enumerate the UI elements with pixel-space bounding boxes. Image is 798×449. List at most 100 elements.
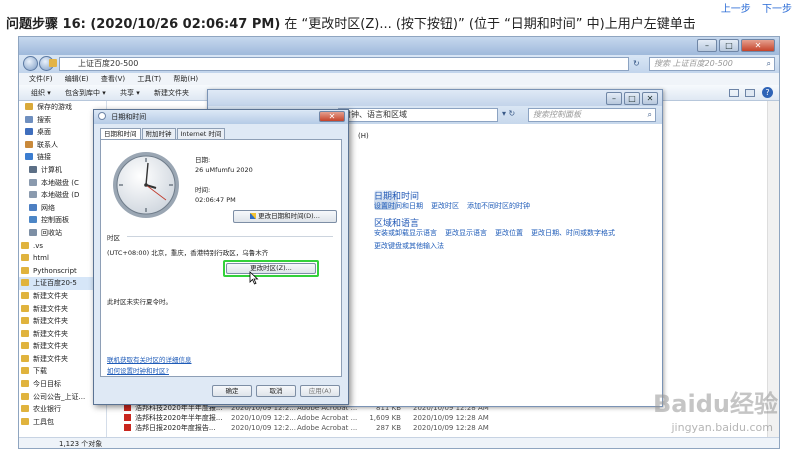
file-date: 2020/10/09 12:2...: [231, 424, 296, 432]
next-step-link[interactable]: 下一步: [762, 4, 792, 15]
date-time-tab-panel: 日期: 26 uMfumfu 2020 时间: 02:06:47 PM 更改日期…: [100, 139, 342, 377]
change-timezone-link[interactable]: 更改时区: [431, 201, 459, 211]
install-display-language-link[interactable]: 安装或卸载显示语言: [374, 228, 437, 238]
tab-internet-time[interactable]: Internet 时间: [176, 128, 226, 139]
search-input[interactable]: 搜索 上证百度20-500 ⌕: [649, 57, 775, 71]
nav-item-label: 链接: [37, 153, 51, 162]
nav-item-label: 新建文件夹: [33, 342, 68, 351]
maximize-button[interactable]: □: [719, 39, 739, 52]
nav-item-label: 桌面: [37, 128, 51, 137]
step-caption: 问题步骤 16: (2020/10/26 02:06:47 PM) 在 “更改时…: [6, 13, 696, 32]
view-options-icon[interactable]: [729, 89, 739, 97]
timezone-divider: [127, 236, 333, 237]
include-in-library-button[interactable]: 包含到库中 ▾: [65, 89, 106, 97]
minimize-button[interactable]: –: [697, 39, 717, 52]
add-clocks-link[interactable]: 添加不同时区的时钟: [467, 201, 530, 211]
menu-bar: 文件(F) 编辑(E) 查看(V) 工具(T) 帮助(H): [19, 73, 779, 85]
menu-view[interactable]: 查看(V): [101, 75, 125, 83]
timezone-info-link[interactable]: 联机获取有关时区的详细信息: [107, 354, 192, 364]
close-button[interactable]: ✕: [741, 39, 775, 52]
folder-icon: [29, 178, 37, 186]
organize-button[interactable]: 组织 ▾: [31, 89, 51, 97]
nav-item[interactable]: 工具包: [19, 416, 106, 429]
folder-icon: [21, 417, 29, 425]
nav-item-label: 回收站: [41, 228, 62, 237]
file-size: 1,609 KB: [369, 414, 401, 422]
refresh-icon[interactable]: ↻: [633, 59, 640, 68]
change-display-language-link[interactable]: 更改显示语言: [445, 228, 487, 238]
nav-item-label: 下载: [33, 367, 47, 376]
folder-icon: [21, 342, 29, 350]
file-row-details: 1,609 KB 2020/10/09 12:28 AM: [359, 413, 539, 423]
timezone-value: (UTC+08:00) 北京，重庆，香港特别行政区，乌鲁木齐: [107, 249, 269, 257]
share-button[interactable]: 共享 ▾: [120, 89, 140, 97]
nav-item-label: 今日目标: [33, 380, 61, 389]
folder-icon: [21, 392, 29, 400]
nav-item-label: 新建文件夹: [33, 291, 68, 300]
explorer-titlebar: – □ ✕: [19, 37, 779, 55]
file-size: 287 KB: [376, 424, 401, 432]
date-label: 日期:: [195, 156, 211, 164]
dialog-close-button[interactable]: ✕: [319, 111, 345, 122]
menu-file[interactable]: 文件(F): [29, 75, 53, 83]
prev-step-link[interactable]: 上一步: [721, 4, 751, 15]
cp-address-bar[interactable]: 时钟、语言和区域: [338, 108, 498, 122]
cp-maximize-button[interactable]: □: [624, 92, 640, 105]
preview-pane-icon[interactable]: [745, 89, 755, 97]
watermark-brand: Baidu经验: [653, 390, 778, 418]
address-bar[interactable]: 上证百度20-500: [59, 57, 629, 71]
pdf-file-icon: [124, 424, 131, 431]
nav-item-label: 保存的游戏: [37, 103, 72, 111]
tab-date-time[interactable]: 日期和时间: [100, 128, 141, 139]
clock-app-icon: [98, 112, 106, 120]
search-icon[interactable]: ⌕: [767, 58, 771, 70]
tab-additional-clocks[interactable]: 附加时钟: [141, 128, 176, 139]
folder-icon: [25, 128, 33, 136]
dialog-title: 日期和时间: [111, 113, 147, 121]
analog-clock-icon: [113, 152, 179, 218]
folder-icon: [21, 266, 29, 274]
new-folder-button[interactable]: 新建文件夹: [154, 89, 189, 97]
file-row-details: 287 KB 2020/10/09 12:28 AM: [359, 423, 539, 433]
cp-search-icon[interactable]: ⌕: [648, 109, 652, 121]
folder-icon: [21, 317, 29, 325]
step-description: 在 “更改时区(Z)... (按下按钮)” (位于 “日期和时间” 中)上用户左…: [280, 17, 696, 32]
folder-icon: [29, 203, 37, 211]
cancel-button[interactable]: 取消: [256, 385, 296, 397]
nav-item-label: 本地磁盘 (D: [41, 191, 80, 200]
watermark-url: jingyan.baidu.com: [671, 421, 773, 434]
menu-tools[interactable]: 工具(T): [137, 75, 161, 83]
file-modified: 2020/10/09 12:28 AM: [413, 414, 489, 422]
nav-item-label: 上证百度20-5: [33, 279, 77, 288]
dst-note: 此时区未实行夏令时。: [107, 298, 172, 306]
nav-item-label: 工具包: [33, 417, 54, 426]
back-icon[interactable]: [23, 56, 38, 71]
change-format-link[interactable]: 更改日期、时间或数字格式: [531, 228, 615, 238]
folder-icon: [21, 405, 29, 413]
change-timezone-button[interactable]: 更改时区(Z)...: [226, 263, 316, 274]
region-language-links: 安装或卸载显示语言 更改显示语言 更改位置 更改日期、时间或数字格式: [374, 228, 615, 238]
menu-help[interactable]: 帮助(H): [173, 75, 198, 83]
cp-minimize-button[interactable]: –: [606, 92, 622, 105]
cp-close-button[interactable]: ✕: [642, 92, 658, 105]
help-icon[interactable]: ?: [762, 87, 773, 98]
nav-item-label: 本地磁盘 (C: [41, 178, 79, 187]
menu-edit[interactable]: 编辑(E): [65, 75, 89, 83]
cp-refresh-icon[interactable]: ▾ ↻: [502, 109, 515, 118]
set-time-date-link[interactable]: 设置时间和日期: [374, 201, 423, 211]
folder-icon: [21, 291, 29, 299]
nav-item-label: 控制面板: [41, 216, 69, 225]
cp-search-input[interactable]: 搜索控制面板 ⌕: [528, 108, 656, 122]
ok-button[interactable]: 确定: [212, 385, 252, 397]
pdf-file-icon: [124, 414, 131, 421]
folder-icon: [25, 115, 33, 123]
change-date-time-button[interactable]: 更改日期和时间(D)...: [233, 210, 337, 223]
nav-item[interactable]: 农业银行: [19, 403, 106, 416]
change-location-link[interactable]: 更改位置: [495, 228, 523, 238]
apply-button[interactable]: 应用(A): [300, 385, 340, 397]
step-navigation: 上一步 下一步: [713, 0, 792, 15]
folder-icon: [29, 216, 37, 224]
change-keyboard-link[interactable]: 更改键盘或其他输入法: [374, 242, 444, 250]
clock-help-link[interactable]: 如何设置时钟和时区?: [107, 365, 169, 375]
nav-item-label: 农业银行: [33, 405, 61, 414]
